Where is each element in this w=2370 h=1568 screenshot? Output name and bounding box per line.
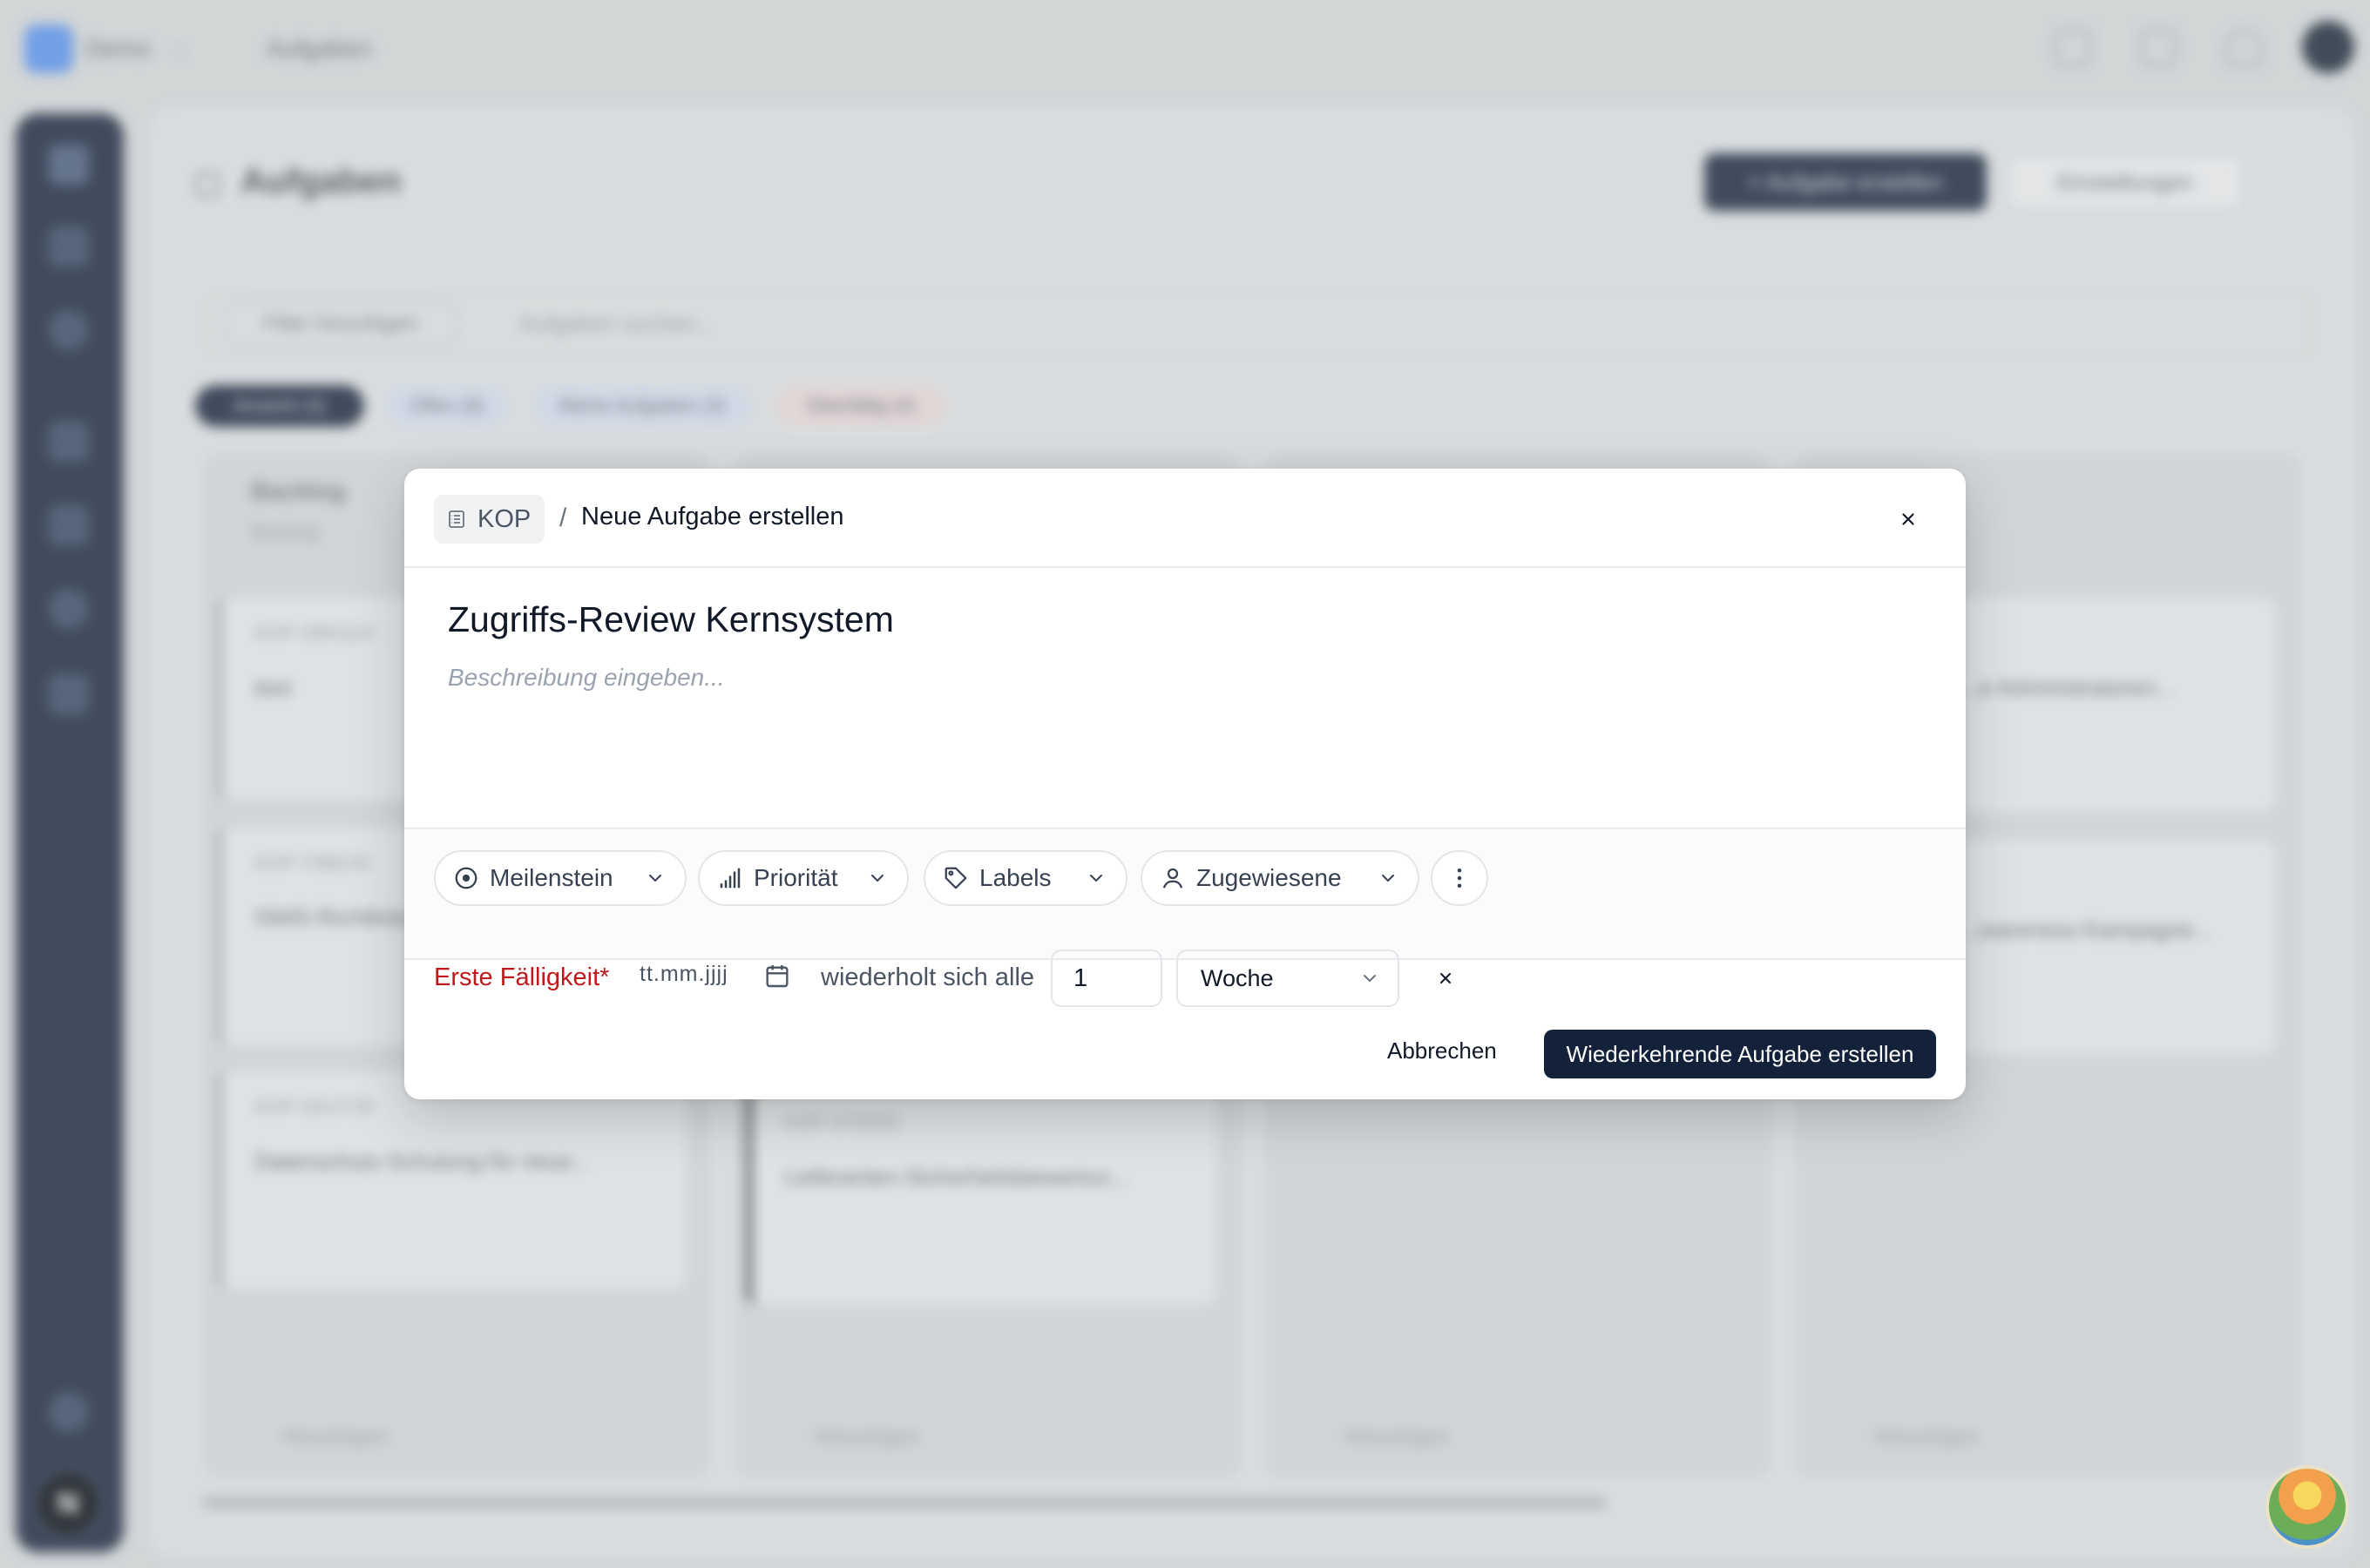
create-recurring-task-button[interactable]: Wiederkehrende Aufgabe erstellen — [1544, 1030, 1936, 1078]
tag-icon — [943, 865, 969, 891]
more-options-button[interactable] — [1431, 850, 1488, 906]
user-icon — [1160, 865, 1186, 891]
repeat-unit-value: Woche — [1201, 964, 1274, 991]
dialog-title: Neue Aufgabe erstellen — [581, 503, 844, 531]
repeat-unit-select[interactable]: Woche — [1176, 950, 1399, 1007]
properties-bar: Meilenstein Priorität Labels Zugewiesene — [404, 828, 1966, 960]
first-due-label: Erste Fälligkeit* — [434, 963, 610, 991]
priority-bars-icon — [717, 865, 743, 891]
milestone-dropdown[interactable]: Meilenstein — [434, 850, 687, 906]
dialog-header: KOP / Neue Aufgabe erstellen — [404, 469, 1966, 568]
first-due-date-input[interactable]: tt.mm.jjjj — [640, 962, 728, 987]
more-vertical-icon — [1457, 868, 1462, 888]
close-button[interactable] — [1891, 502, 1926, 537]
milestone-label: Meilenstein — [490, 864, 613, 891]
calendar-icon[interactable] — [763, 962, 791, 994]
close-icon — [1902, 513, 1914, 525]
project-chip[interactable]: KOP — [434, 495, 545, 544]
assignees-label: Zugewiesene — [1196, 864, 1342, 891]
chevron-down-icon — [1378, 868, 1398, 889]
project-key: KOP — [477, 504, 532, 533]
repeat-label: wiederholt sich alle — [821, 963, 1035, 991]
labels-dropdown[interactable]: Labels — [924, 850, 1127, 906]
project-icon — [449, 510, 464, 528]
help-widget-icon[interactable] — [2265, 1465, 2349, 1549]
breadcrumb-separator: / — [559, 504, 567, 532]
priority-label: Priorität — [754, 864, 838, 891]
chevron-down-icon — [1359, 968, 1380, 989]
chevron-down-icon — [867, 868, 888, 889]
remove-recurrence-button[interactable] — [1429, 962, 1462, 995]
chevron-down-icon — [645, 868, 666, 889]
chevron-down-icon — [1086, 868, 1107, 889]
close-icon — [1440, 973, 1451, 983]
repeat-interval-input[interactable]: 1 — [1051, 950, 1162, 1007]
create-task-dialog: KOP / Neue Aufgabe erstellen Zugriffs-Re… — [404, 469, 1966, 1099]
task-title-input[interactable]: Zugriffs-Review Kernsystem — [448, 599, 894, 640]
labels-label: Labels — [979, 864, 1052, 891]
milestone-icon — [453, 865, 479, 891]
priority-dropdown[interactable]: Priorität — [698, 850, 909, 906]
description-input[interactable]: Beschreibung eingeben... — [448, 664, 725, 692]
cancel-button[interactable]: Abbrechen — [1370, 1026, 1514, 1075]
assignees-dropdown[interactable]: Zugewiesene — [1141, 850, 1419, 906]
